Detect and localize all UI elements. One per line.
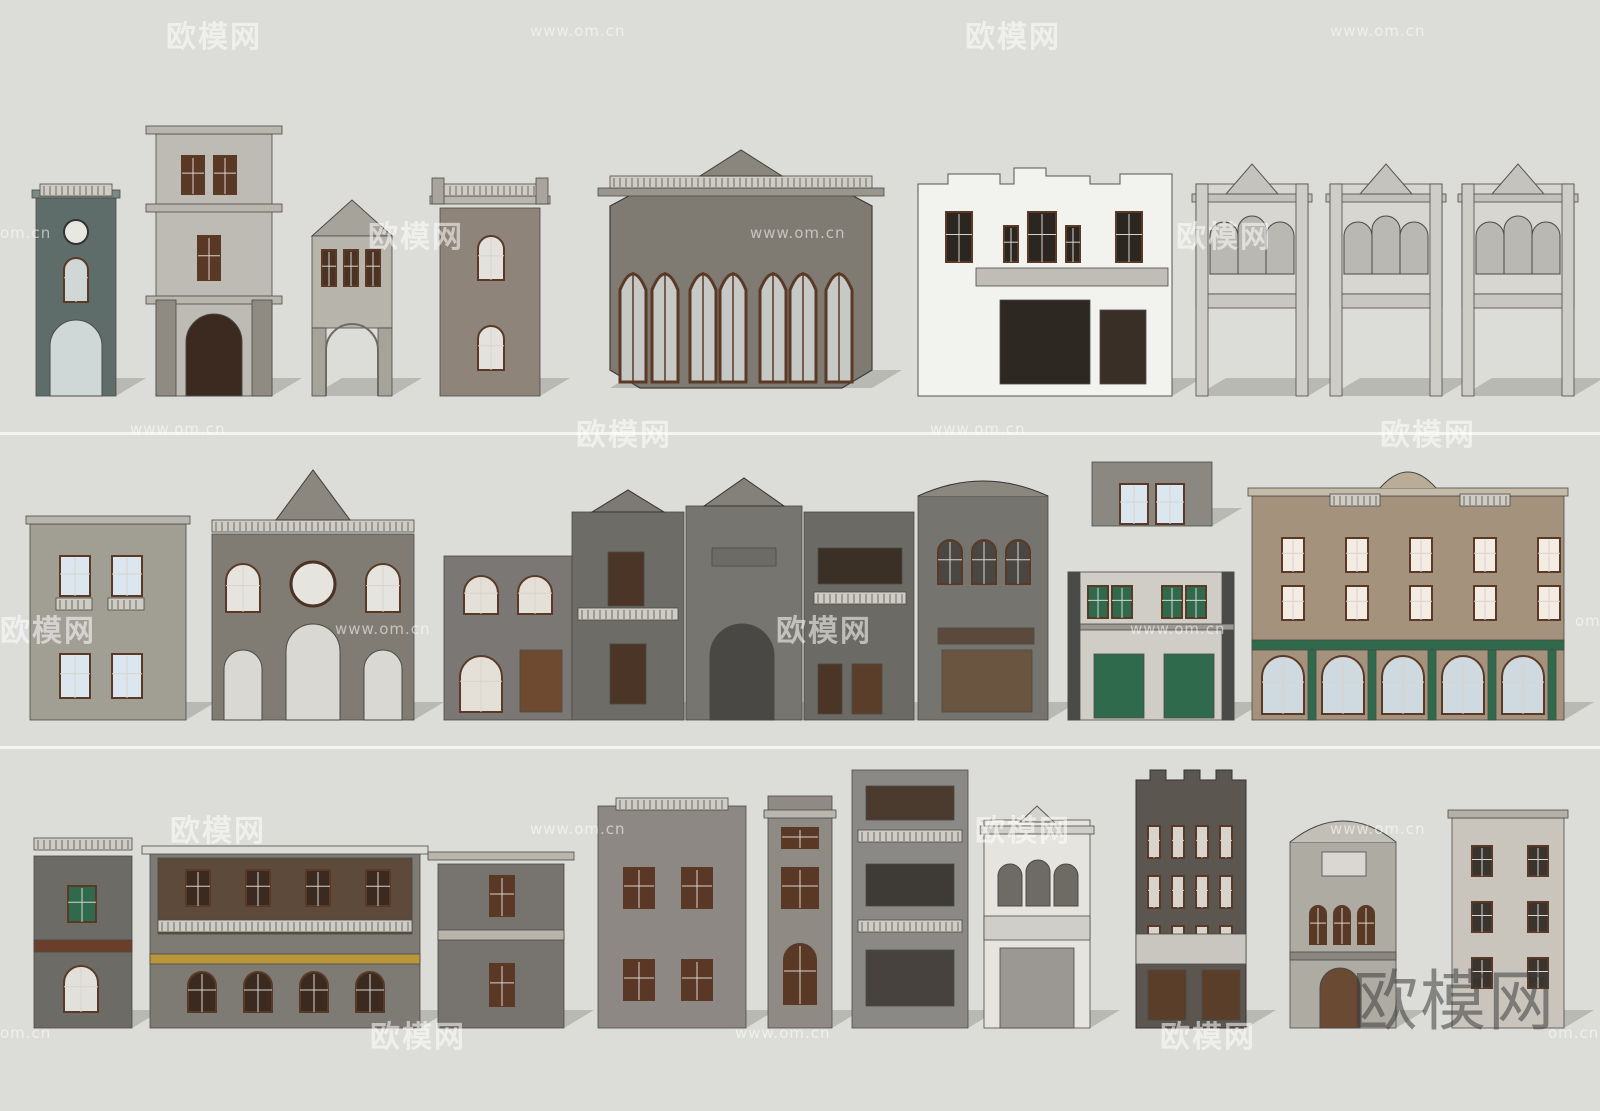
octagonal-gothic-pavilion (597, 149, 902, 389)
white-stepped-facade (917, 167, 1202, 397)
arched-portico-1 (1191, 163, 1338, 397)
stone-villa (25, 515, 216, 721)
clock-archway (211, 469, 444, 721)
clock-tower (31, 183, 146, 397)
stone-corner-house (33, 837, 162, 1029)
brick-cube-house (427, 851, 594, 1029)
grand-colonnade-building (1247, 471, 1594, 721)
narrow-tower-house (763, 795, 862, 1029)
concrete-apartment (851, 769, 998, 1029)
arcade-pavilion (310, 199, 422, 397)
corner-watermark-logo: 欧模网 (1352, 963, 1556, 1040)
brick-mansion (597, 797, 776, 1029)
small-upper-block (1091, 461, 1242, 527)
buildings-illustration (25, 125, 1600, 1029)
dark-crenellated-block (1135, 769, 1276, 1029)
building-catalog-sheet: 欧模网 www.om.cn 欧模网 www.om.cn om.cn 欧模网 ww… (0, 0, 1600, 1111)
green-shutter-house (1067, 571, 1264, 721)
arched-portico-2 (1325, 163, 1472, 397)
white-arcade-house (979, 805, 1120, 1029)
brick-tower (429, 177, 570, 397)
tall-gate-tower (145, 125, 302, 397)
arched-portico-3 (1457, 163, 1600, 397)
balcony-longhouse (141, 845, 450, 1029)
grouped-shop-street (443, 477, 1078, 721)
